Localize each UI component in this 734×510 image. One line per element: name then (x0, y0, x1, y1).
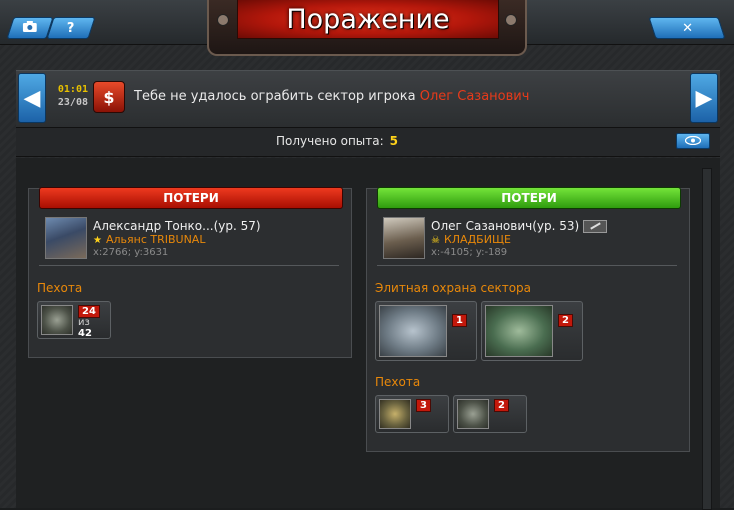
unit-card[interactable]: 1 (375, 301, 477, 361)
report-timestamp: 01:01 23/08 (50, 83, 88, 109)
help-icon: ? (67, 20, 75, 36)
unit-card[interactable]: 2 (481, 301, 583, 361)
enemy-player-link[interactable]: Олег Сазанович (420, 89, 530, 104)
defender-alliance[interactable]: ☠ КЛАДБИЩЕ (431, 233, 511, 246)
units-lost-badge: 2 (494, 399, 509, 412)
report-content: ПОТЕРИ Александр Тонко...(ур. 57) ★ Альян… (16, 158, 720, 510)
scrollbar[interactable] (702, 168, 712, 510)
divider (39, 265, 339, 266)
drone-unit-icon (379, 305, 447, 357)
attacker-avatar[interactable] (45, 217, 87, 259)
bolt-icon (217, 14, 229, 26)
bolt-icon (505, 14, 517, 26)
battle-report-window: ? ✕ Поражение ◀ 01:01 23/08 $ Тебе не уд… (0, 0, 734, 510)
experience-info: Получено опыта: 5 (276, 134, 398, 148)
attacker-losses-header: ПОТЕРИ (39, 187, 343, 209)
next-report-button[interactable]: ▶ (690, 73, 718, 123)
units-lost-badge: 1 (452, 314, 467, 327)
unit-count: из 42 (78, 317, 92, 339)
report-time: 01:01 (57, 84, 88, 95)
unit-card[interactable]: 3 (375, 395, 449, 433)
defender-name[interactable]: Олег Сазанович(ур. 53) (431, 219, 608, 233)
elite-guard-section-title: Элитная охрана сектора (375, 281, 532, 295)
unit-card[interactable]: 24 из 42 (37, 301, 111, 339)
robbery-icon: $ (93, 81, 125, 113)
defender-coords: x:-4105; y:-189 (431, 247, 508, 258)
mech-unit-icon (379, 399, 411, 429)
infantry-section-title: Пехота (375, 375, 421, 389)
defender-avatar[interactable] (383, 217, 425, 259)
soldier-unit-icon (457, 399, 489, 429)
report-date: 23/08 (57, 97, 88, 108)
chevron-left-icon: ◀ (23, 85, 41, 111)
alliance-star-icon: ★ (93, 235, 102, 246)
defender-panel: ПОТЕРИ Олег Сазанович(ур. 53) ☠ КЛАДБИЩЕ … (366, 187, 690, 452)
skull-icon: ☠ (431, 235, 440, 246)
divider (377, 265, 677, 266)
window-title: Поражение (237, 0, 499, 39)
report-message-row: ◀ 01:01 23/08 $ Тебе не удалось ограбить… (16, 70, 720, 128)
previous-report-button[interactable]: ◀ (18, 73, 46, 123)
chevron-right-icon: ▶ (695, 85, 713, 111)
report-message: Тебе не удалось ограбить сектор игрока О… (134, 89, 529, 104)
units-lost-badge: 2 (558, 314, 573, 327)
experience-value: 5 (389, 134, 399, 148)
experience-label: Получено опыта: (276, 134, 384, 148)
defender-losses-header: ПОТЕРИ (377, 187, 681, 209)
experience-row: Получено опыта: 5 (16, 128, 720, 157)
unit-card[interactable]: 2 (453, 395, 527, 433)
close-button[interactable]: ✕ (648, 17, 726, 39)
walker-unit-icon (485, 305, 553, 357)
camera-icon (23, 20, 37, 36)
eye-icon (684, 135, 702, 148)
attacker-coords: x:2766; y:3631 (93, 247, 169, 258)
units-lost-badge: 3 (416, 399, 431, 412)
soldier-unit-icon (41, 305, 73, 335)
infantry-section-title: Пехота (37, 281, 83, 295)
edit-icon[interactable] (583, 220, 608, 233)
attacker-alliance[interactable]: ★ Альянс TRIBUNAL (93, 233, 205, 246)
report-message-text: Тебе не удалось ограбить сектор игрока (134, 89, 420, 104)
attacker-panel: ПОТЕРИ Александр Тонко...(ур. 57) ★ Альян… (28, 187, 352, 358)
title-plate: Поражение (207, 0, 527, 56)
attacker-name[interactable]: Александр Тонко...(ур. 57) (93, 219, 261, 233)
close-icon: ✕ (681, 20, 693, 36)
help-button[interactable]: ? (46, 17, 96, 39)
view-button[interactable] (676, 133, 710, 149)
